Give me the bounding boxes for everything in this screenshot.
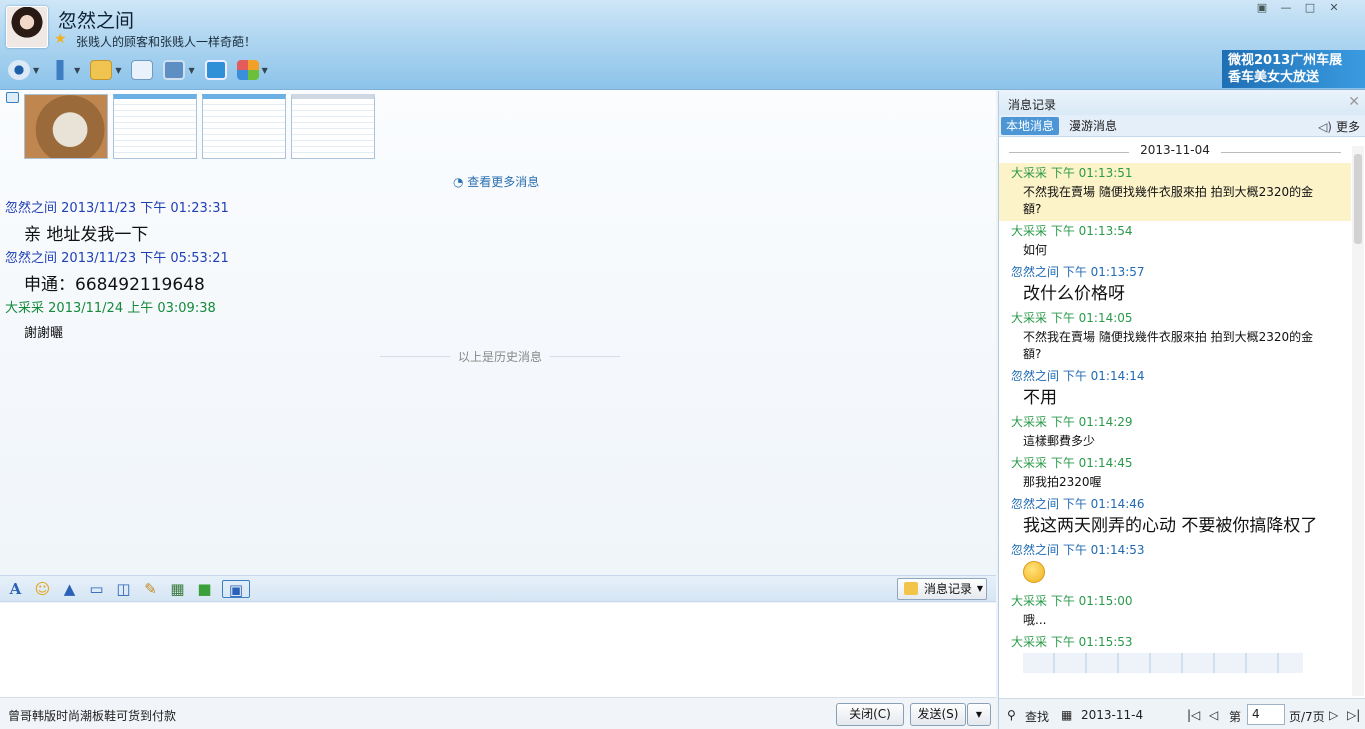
contact-name: 忽然之间 (58, 10, 135, 32)
message-header: 忽然之间 2013/11/23 下午 01:23:31 (5, 201, 229, 216)
message-text: 謝謝曬 (24, 326, 64, 341)
skin-icon[interactable]: ▣ (1250, 0, 1274, 16)
record-item: 忽然之间 下午 01:13:57 改什么价格呀 (1011, 265, 1145, 304)
page-label: 第 (1229, 710, 1242, 724)
close-button[interactable]: 关闭(C) (836, 703, 904, 726)
record-item: 大采采 下午 01:13:51 不然我在賣場 隨便找幾件衣服來拍 拍到大概2320… (999, 163, 1351, 221)
monitor-icon (163, 60, 186, 80)
history-divider: 以上是历史消息 (380, 348, 620, 365)
message-header: 忽然之间 2013/11/23 下午 05:53:21 (5, 251, 229, 266)
record-item: 大采采 下午 01:14:45 那我拍2320喔 (1011, 456, 1133, 489)
record-list: 大采采 下午 01:13:51 不然我在賣場 隨便找幾件衣服來拍 拍到大概2320… (999, 163, 1351, 698)
add-chat-icon (131, 60, 154, 80)
next-page-icon[interactable]: ▷ (1329, 708, 1338, 722)
video-call-button[interactable]: ▼ (6, 58, 41, 82)
image-thumbnail[interactable] (291, 94, 375, 159)
microphone-icon (49, 60, 72, 80)
search-icon[interactable]: ⚲ (1007, 708, 1016, 722)
record-item: 大采采 下午 01:15:00 哦... (1011, 594, 1133, 627)
tab-roaming[interactable]: 漫游消息 (1064, 117, 1122, 135)
image-thumbnail[interactable] (202, 94, 286, 159)
clock-icon: ◔ (453, 175, 468, 189)
voice-message-icon[interactable]: ◫ (114, 580, 133, 598)
scrollbar[interactable] (1352, 146, 1364, 696)
minimize-icon[interactable]: — (1274, 0, 1298, 16)
record-item: 大采采 下午 01:13:54 如何 (1011, 224, 1133, 257)
first-page-icon[interactable]: |◁ (1187, 708, 1200, 722)
history-icon (904, 582, 918, 595)
record-item: 忽然之间 下午 01:14:53 (999, 540, 1351, 591)
voice-call-button[interactable]: ▼ (47, 58, 82, 82)
magic-expression-icon[interactable]: ▲ (60, 580, 79, 598)
image-thumbnail[interactable] (24, 94, 108, 159)
share-screen-button[interactable] (203, 58, 229, 82)
camera-icon (8, 60, 30, 80)
more-button[interactable]: ◁) 更多 (1318, 118, 1360, 135)
screen-capture-icon[interactable]: ▣ (222, 580, 250, 599)
record-item: 大采采 下午 01:15:53 (999, 632, 1351, 676)
note-icon[interactable]: ✎ (141, 580, 160, 598)
apps-grid-icon (236, 60, 259, 80)
status-text: 曾哥韩版时尚潮板鞋可货到付款 (8, 709, 177, 723)
image-icon[interactable]: ▦ (168, 580, 187, 598)
qq-chat-window: 忽然之间 ★ 张贱人的顾客和张贱人一样奇葩！ ▣ — □ ✕ ▼ ▼ ▼ ▼ ▼… (0, 0, 1365, 729)
message-input[interactable] (0, 603, 996, 697)
speaker-icon: ◁) (1318, 120, 1332, 134)
send-button[interactable]: 发送(S) (910, 703, 966, 726)
thumbnail-strip (24, 94, 375, 159)
calendar-icon[interactable]: ▦ (1061, 708, 1072, 722)
search-button[interactable]: 查找 (1025, 708, 1049, 725)
camera-small-icon[interactable] (6, 92, 19, 103)
font-icon[interactable]: A (6, 580, 25, 598)
chevron-down-icon: ▼ (976, 584, 983, 593)
tab-local[interactable]: 本地消息 (1001, 117, 1060, 135)
panel-header: 消息记录 ✕ (999, 91, 1365, 115)
chat-history-area: ◔ 查看更多消息 忽然之间 2013/11/23 下午 01:23:31 亲 地… (0, 90, 996, 575)
remote-desktop-button[interactable]: ▼ (161, 58, 196, 82)
group-chat-button[interactable] (129, 58, 155, 82)
record-item: 忽然之间 下午 01:14:14 不用 (1011, 369, 1145, 408)
bottom-bar: 曾哥韩版时尚潮板鞋可货到付款 关闭(C) 发送(S) ▼ (0, 697, 996, 729)
image-thumbnail[interactable] (1023, 653, 1303, 673)
record-item: 忽然之间 下午 01:14:46 我这两天刚弄的心动 不要被你搞降权了 (1011, 497, 1318, 536)
emoji-icon[interactable]: ☺ (33, 580, 52, 598)
send-options-button[interactable]: ▼ (967, 703, 991, 726)
ad-banner[interactable]: 微视2013广州车展 香车美女大放送 (1222, 50, 1365, 88)
prev-page-icon[interactable]: ◁ (1209, 708, 1218, 722)
toolbar: ▼ ▼ ▼ ▼ ▼ (6, 58, 270, 82)
page-input[interactable]: 4 (1247, 704, 1285, 725)
maximize-icon[interactable]: □ (1298, 0, 1322, 16)
view-more-link[interactable]: ◔ 查看更多消息 (453, 173, 539, 190)
input-toolbar: A ☺ ▲ ▭ ◫ ✎ ▦ ■ ▣ 消息记录 ▼ (0, 575, 996, 602)
apps-button[interactable]: ▼ (235, 58, 270, 82)
message-text: 申通：668492119648 (24, 275, 205, 295)
sad-emoji-icon (1023, 561, 1045, 583)
avatar[interactable] (6, 6, 48, 48)
screenshot-icon[interactable]: ▭ (87, 580, 106, 598)
date-separator: 2013-11-04 (999, 143, 1351, 157)
contact-signature: 张贱人的顾客和张贱人一样奇葩！ (76, 35, 257, 49)
message-history-button[interactable]: 消息记录 ▼ (897, 578, 987, 600)
star-icon: ★ (54, 31, 67, 47)
window-controls: ▣ — □ ✕ (1250, 0, 1346, 16)
close-icon[interactable]: ✕ (1348, 94, 1360, 110)
image-thumbnail[interactable] (113, 94, 197, 159)
page-total: 页/7页 (1289, 710, 1325, 724)
record-item: 大采采 下午 01:14:05 不然我在賣場 隨便找幾件衣服來拍 拍到大概2320… (1011, 311, 1314, 361)
last-page-icon[interactable]: ▷| (1347, 708, 1360, 722)
folder-icon (90, 60, 113, 80)
close-icon[interactable]: ✕ (1322, 0, 1346, 16)
date-field[interactable]: 2013-11-4 (1081, 708, 1143, 722)
gift-icon[interactable]: ■ (195, 580, 214, 598)
message-text: 亲 地址发我一下 (24, 225, 149, 245)
title-area: 忽然之间 ★ 张贱人的顾客和张贱人一样奇葩！ ▣ — □ ✕ ▼ ▼ ▼ ▼ ▼… (0, 0, 1365, 90)
message-header: 大采采 2013/11/24 上午 03:09:38 (5, 301, 216, 316)
message-record-panel: 消息记录 ✕ 本地消息 漫游消息 ◁) 更多 2013-11-04 大采采 下午 0… (998, 91, 1365, 729)
panel-footer: ⚲ 查找 ▦ 2013-11-4 |◁ ◁ 第 4 页/7页 ▷ ▷| (999, 698, 1365, 729)
panel-tabs: 本地消息 漫游消息 ◁) 更多 (999, 115, 1365, 137)
screen-share-icon (204, 60, 227, 80)
record-item: 大采采 下午 01:14:29 這樣郵費多少 (1011, 415, 1133, 448)
file-transfer-button[interactable]: ▼ (88, 58, 123, 82)
